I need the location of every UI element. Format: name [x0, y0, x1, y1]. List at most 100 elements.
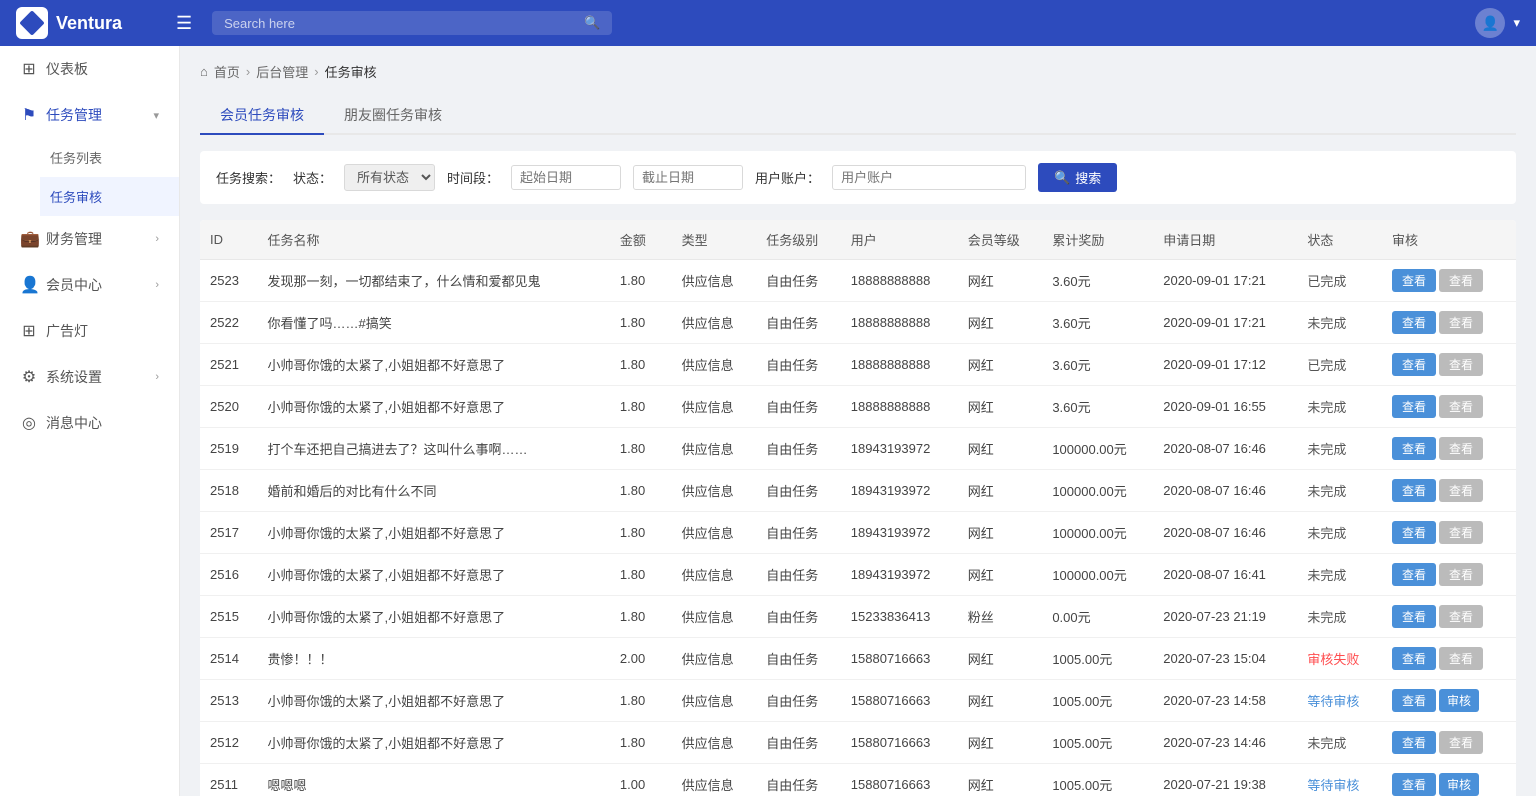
cell-name: 你看懂了吗……#搞笑	[257, 302, 609, 344]
cell-id: 2518	[200, 470, 257, 512]
action-view-btn[interactable]: 查看	[1392, 479, 1436, 502]
cell-type: 供应信息	[672, 722, 757, 764]
cell-user: 15233836413	[841, 596, 958, 638]
action-secondary-btn[interactable]: 查看	[1439, 437, 1483, 460]
action-secondary-btn[interactable]: 查看	[1439, 731, 1483, 754]
action-audit-btn[interactable]: 审核	[1439, 689, 1479, 712]
cell-name: 打个车还把自己搞进去了？这叫什么事啊……	[257, 428, 609, 470]
cell-date: 2020-08-07 16:41	[1153, 554, 1297, 596]
cell-name: 小帅哥你饿的太紧了,小姐姐都不好意思了	[257, 596, 609, 638]
cell-level: 自由任务	[756, 764, 841, 796]
action-view-btn[interactable]: 查看	[1392, 773, 1436, 796]
action-view-btn[interactable]: 查看	[1392, 311, 1436, 334]
sidebar-item-task-list[interactable]: 任务列表	[40, 138, 179, 177]
start-date-input[interactable]	[511, 165, 621, 190]
breadcrumb-home[interactable]: 首页	[214, 62, 240, 81]
cell-action: 查看查看	[1382, 344, 1516, 386]
sidebar-item-ad[interactable]: ⊞ 广告灯	[0, 308, 179, 354]
sidebar-item-task-management[interactable]: ⚑ 任务管理 ▾	[0, 92, 179, 138]
cell-name: 小帅哥你饿的太紧了,小姐姐都不好意思了	[257, 386, 609, 428]
user-profile[interactable]: 👤 ▾	[1475, 8, 1520, 38]
search-input[interactable]	[224, 16, 576, 31]
th-level: 任务级别	[756, 220, 841, 260]
cell-date: 2020-09-01 17:21	[1153, 260, 1297, 302]
cell-action: 查看审核	[1382, 764, 1516, 796]
search-bar[interactable]: 🔍	[212, 11, 612, 35]
table-row: 2513 小帅哥你饿的太紧了,小姐姐都不好意思了 1.80 供应信息 自由任务 …	[200, 680, 1516, 722]
th-name: 任务名称	[257, 220, 609, 260]
cell-id: 2516	[200, 554, 257, 596]
action-secondary-btn[interactable]: 查看	[1439, 521, 1483, 544]
search-button[interactable]: 🔍 搜索	[1038, 163, 1117, 192]
action-secondary-btn[interactable]: 查看	[1439, 353, 1483, 376]
action-view-btn[interactable]: 查看	[1392, 395, 1436, 418]
th-member: 会员等级	[958, 220, 1043, 260]
action-secondary-btn[interactable]: 查看	[1439, 563, 1483, 586]
finance-icon: 💼	[20, 229, 38, 249]
action-secondary-btn[interactable]: 查看	[1439, 311, 1483, 334]
cell-date: 2020-09-01 17:21	[1153, 302, 1297, 344]
cell-user: 18943193972	[841, 512, 958, 554]
cell-date: 2020-09-01 17:12	[1153, 344, 1297, 386]
sidebar-label-task-management: 任务管理	[46, 105, 102, 125]
cell-amount: 1.80	[610, 344, 672, 386]
cell-amount: 1.80	[610, 260, 672, 302]
sidebar-item-dashboard[interactable]: ⊞ 仪表板	[0, 46, 179, 92]
tab-friend-audit[interactable]: 朋友圈任务审核	[324, 97, 462, 135]
sidebar-item-messages[interactable]: ◎ 消息中心	[0, 400, 179, 446]
sidebar-label-settings: 系统设置	[46, 367, 102, 387]
action-secondary-btn[interactable]: 查看	[1439, 647, 1483, 670]
action-view-btn[interactable]: 查看	[1392, 731, 1436, 754]
tabs: 会员任务审核 朋友圈任务审核	[200, 97, 1516, 135]
action-view-btn[interactable]: 查看	[1392, 353, 1436, 376]
cell-action: 查看查看	[1382, 470, 1516, 512]
end-date-input[interactable]	[633, 165, 743, 190]
cell-member: 网红	[958, 470, 1043, 512]
search-icon[interactable]: 🔍	[584, 15, 600, 31]
main-layout: ⊞ 仪表板 ⚑ 任务管理 ▾ 任务列表 任务审核 💼 财务管理 › 👤 会员中心…	[0, 46, 1536, 796]
table-row: 2512 小帅哥你饿的太紧了,小姐姐都不好意思了 1.80 供应信息 自由任务 …	[200, 722, 1516, 764]
cell-type: 供应信息	[672, 680, 757, 722]
action-secondary-btn[interactable]: 查看	[1439, 395, 1483, 418]
cell-id: 2515	[200, 596, 257, 638]
status-select[interactable]: 所有状态	[344, 164, 435, 191]
action-view-btn[interactable]: 查看	[1392, 563, 1436, 586]
cell-member: 网红	[958, 344, 1043, 386]
action-view-btn[interactable]: 查看	[1392, 437, 1436, 460]
action-secondary-btn[interactable]: 查看	[1439, 605, 1483, 628]
action-view-btn[interactable]: 查看	[1392, 269, 1436, 292]
sidebar-label-messages: 消息中心	[46, 413, 102, 433]
breadcrumb-backend[interactable]: 后台管理	[256, 62, 308, 81]
action-view-btn[interactable]: 查看	[1392, 605, 1436, 628]
table-header-row: ID 任务名称 金额 类型 任务级别 用户 会员等级 累计奖励 申请日期 状态 …	[200, 220, 1516, 260]
th-type: 类型	[672, 220, 757, 260]
tab-member-audit[interactable]: 会员任务审核	[200, 97, 324, 135]
cell-member: 网红	[958, 554, 1043, 596]
cell-reward: 100000.00元	[1042, 428, 1153, 470]
sidebar-label-task-list: 任务列表	[50, 148, 102, 167]
menu-icon[interactable]: ☰	[176, 13, 192, 34]
th-amount: 金额	[610, 220, 672, 260]
cell-name: 发现那一刻，一切都结束了，什么情和爱都见鬼	[257, 260, 609, 302]
action-view-btn[interactable]: 查看	[1392, 647, 1436, 670]
cell-user: 15880716663	[841, 722, 958, 764]
user-account-input[interactable]	[832, 165, 1026, 190]
cell-id: 2514	[200, 638, 257, 680]
cell-user: 15880716663	[841, 638, 958, 680]
sidebar-item-settings[interactable]: ⚙ 系统设置 ›	[0, 354, 179, 400]
action-view-btn[interactable]: 查看	[1392, 521, 1436, 544]
cell-amount: 1.80	[610, 386, 672, 428]
cell-user: 18888888888	[841, 302, 958, 344]
sidebar-item-task-audit[interactable]: 任务审核	[40, 177, 179, 216]
cell-date: 2020-08-07 16:46	[1153, 428, 1297, 470]
cell-reward: 100000.00元	[1042, 512, 1153, 554]
cell-name: 小帅哥你饿的太紧了,小姐姐都不好意思了	[257, 512, 609, 554]
sidebar-label-finance: 财务管理	[46, 229, 102, 249]
action-audit-btn[interactable]: 审核	[1439, 773, 1479, 796]
sidebar-item-member[interactable]: 👤 会员中心 ›	[0, 262, 179, 308]
cell-level: 自由任务	[756, 680, 841, 722]
action-secondary-btn[interactable]: 查看	[1439, 479, 1483, 502]
action-view-btn[interactable]: 查看	[1392, 689, 1436, 712]
sidebar-item-finance[interactable]: 💼 财务管理 ›	[0, 216, 179, 262]
action-secondary-btn[interactable]: 查看	[1439, 269, 1483, 292]
